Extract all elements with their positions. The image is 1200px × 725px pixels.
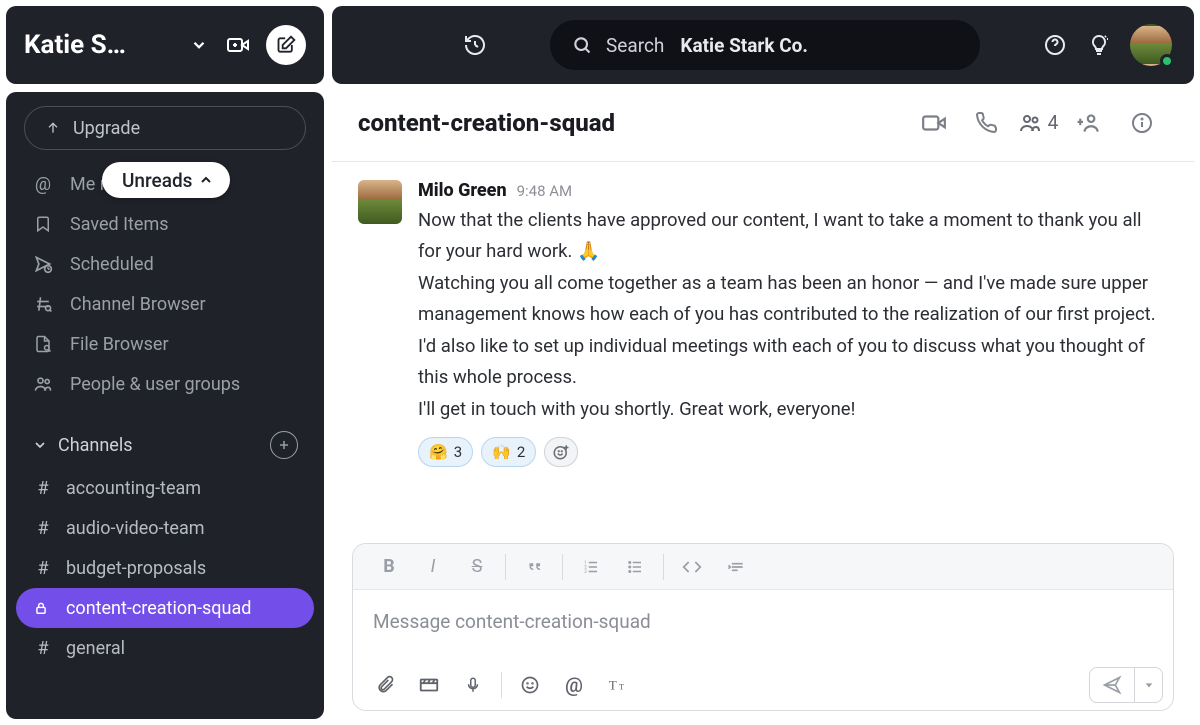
chevron-up-icon — [198, 172, 214, 188]
user-menu[interactable] — [1130, 24, 1172, 66]
upgrade-button[interactable]: Upgrade — [24, 106, 306, 150]
message-timestamp: 9:48 AM — [517, 182, 573, 200]
tips-button[interactable] — [1086, 32, 1112, 58]
add-channel-button[interactable] — [270, 431, 298, 459]
help-button[interactable] — [1042, 32, 1068, 58]
reactions: 🤗 3 🙌 2 — [418, 437, 1168, 467]
channel-list: # accounting-team # audio-video-team # b… — [16, 468, 314, 668]
strikethrough-button[interactable]: S — [455, 544, 499, 590]
video-clip-button[interactable] — [407, 660, 451, 710]
channel-audio-video-team[interactable]: # audio-video-team — [16, 508, 314, 548]
people-icon — [32, 374, 54, 394]
italic-button[interactable]: I — [411, 544, 455, 590]
compose-button[interactable] — [266, 25, 306, 65]
top-bar: Search Katie Stark Co. — [332, 6, 1194, 84]
start-video-meeting-button[interactable] — [220, 27, 256, 63]
svg-text:T: T — [609, 679, 617, 693]
message-composer: B I S 123 — [352, 543, 1174, 711]
svg-text:T: T — [619, 683, 624, 692]
message-list: Milo Green 9:48 AM Now that the clients … — [332, 162, 1194, 525]
unordered-list-button[interactable] — [613, 544, 657, 590]
workspace-name: Katie S… — [24, 30, 178, 60]
codeblock-button[interactable] — [714, 544, 758, 590]
channel-budget-proposals[interactable]: # budget-proposals — [16, 548, 314, 588]
history-button[interactable] — [462, 32, 488, 58]
quote-button[interactable] — [512, 544, 556, 590]
avatar[interactable] — [358, 180, 402, 224]
send-button[interactable] — [1090, 668, 1134, 702]
video-call-button[interactable] — [908, 103, 960, 143]
hash-icon: # — [34, 478, 52, 499]
search-input[interactable]: Search Katie Stark Co. — [550, 20, 980, 70]
format-toolbar: B I S 123 — [353, 544, 1173, 590]
unreads-pill[interactable]: Unreads — [102, 162, 230, 198]
emoji-button[interactable] — [508, 660, 552, 710]
at-icon: @ — [32, 174, 54, 195]
composer-bottom-bar: @ TT — [353, 660, 1173, 710]
channel-general[interactable]: # general — [16, 628, 314, 668]
channel-info-button[interactable] — [1116, 103, 1168, 143]
channel-browser-icon — [32, 294, 54, 314]
svg-text:3: 3 — [584, 569, 587, 575]
scheduled-icon — [32, 254, 54, 274]
lock-icon — [34, 601, 52, 615]
hash-icon: # — [34, 638, 52, 659]
add-reaction-button[interactable] — [544, 437, 578, 467]
message-author[interactable]: Milo Green — [418, 180, 507, 201]
chevron-down-icon — [188, 34, 210, 56]
message-text: Now that the clients have approved our c… — [418, 205, 1168, 425]
sidebar: Upgrade @ Me ns Saved Items Scheduled — [6, 92, 324, 719]
add-people-button[interactable] — [1064, 103, 1116, 143]
attach-button[interactable] — [363, 660, 407, 710]
ordered-list-button[interactable]: 123 — [569, 544, 613, 590]
code-button[interactable] — [670, 544, 714, 590]
message: Milo Green 9:48 AM Now that the clients … — [358, 180, 1168, 467]
reaction-hug[interactable]: 🤗 3 — [418, 437, 473, 467]
members-button[interactable]: 4 — [1012, 103, 1064, 143]
audio-clip-button[interactable] — [451, 660, 495, 710]
reaction-raised-hands[interactable]: 🙌 2 — [481, 437, 536, 467]
bold-button[interactable]: B — [367, 544, 411, 590]
nav-saved-items[interactable]: Saved Items — [16, 204, 314, 244]
channels-section-header[interactable]: Channels — [16, 426, 314, 464]
chevron-down-icon — [32, 437, 48, 453]
mention-button[interactable]: @ — [552, 660, 596, 710]
nav-scheduled[interactable]: Scheduled — [16, 244, 314, 284]
upgrade-label: Upgrade — [73, 118, 140, 139]
presence-indicator — [1160, 54, 1174, 68]
channel-accounting-team[interactable]: # accounting-team — [16, 468, 314, 508]
nav-people[interactable]: People & user groups — [16, 364, 314, 404]
composer-input[interactable]: Message content-creation-squad — [353, 590, 1173, 660]
channel-content-creation-squad[interactable]: content-creation-squad — [16, 588, 314, 628]
nav-file-browser[interactable]: File Browser — [16, 324, 314, 364]
channel-header: content-creation-squad 4 — [332, 84, 1194, 162]
nav-channel-browser[interactable]: Channel Browser — [16, 284, 314, 324]
search-icon — [572, 35, 592, 55]
bookmark-icon — [32, 215, 54, 233]
hash-icon: # — [34, 558, 52, 579]
file-browser-icon — [32, 335, 54, 353]
audio-call-button[interactable] — [960, 103, 1012, 143]
send-options-button[interactable] — [1134, 668, 1162, 702]
hash-icon: # — [34, 518, 52, 539]
workspace-header[interactable]: Katie S… — [6, 6, 324, 84]
formatting-toggle-button[interactable]: TT — [596, 660, 640, 710]
channel-title[interactable]: content-creation-squad — [358, 109, 908, 137]
